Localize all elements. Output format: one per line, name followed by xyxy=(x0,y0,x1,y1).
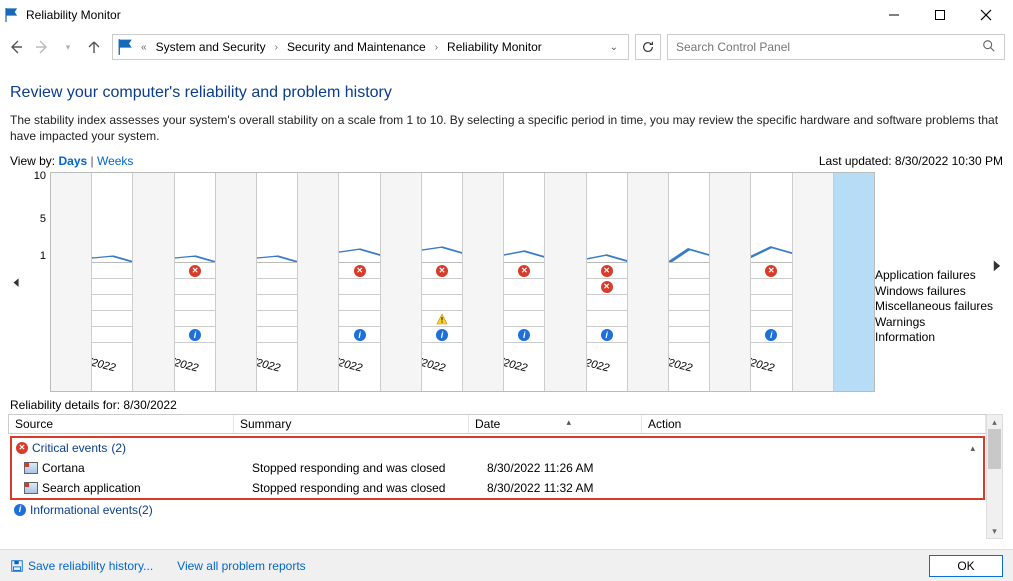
last-updated: Last updated: 8/30/2022 10:30 PM xyxy=(819,154,1003,168)
y-axis: 10 5 1 ◀ xyxy=(10,172,50,392)
cell-date: 8/30/2022 11:26 AM xyxy=(487,461,662,475)
chart-column[interactable] xyxy=(793,173,834,391)
maximize-button[interactable] xyxy=(917,0,963,30)
scroll-up-icon[interactable]: ▴ xyxy=(987,415,1002,429)
scroll-thumb[interactable] xyxy=(988,429,1001,469)
chart-column[interactable] xyxy=(545,173,586,391)
app-icon xyxy=(24,462,38,474)
scrollbar[interactable]: ▴ ▾ xyxy=(986,414,1003,539)
breadcrumb-item[interactable]: System and Security xyxy=(153,40,269,54)
flag-icon xyxy=(4,7,20,23)
legend-item: Warnings xyxy=(875,315,1003,331)
chart-column[interactable] xyxy=(257,173,298,391)
back-button[interactable] xyxy=(8,39,24,55)
refresh-button[interactable] xyxy=(635,34,661,60)
view-by: View by: Days | Weeks xyxy=(10,154,133,168)
titlebar: Reliability Monitor xyxy=(0,0,1013,30)
info-icon xyxy=(14,504,26,516)
nav-row: ▾ « System and Security › Security and M… xyxy=(0,30,1013,64)
details-header: Source Summary Date Action xyxy=(8,414,987,434)
cell-summary: Stopped responding and was closed xyxy=(252,461,487,475)
chart-legend: ▶ Application failuresWindows failuresMi… xyxy=(875,172,1003,392)
legend-item: Miscellaneous failures xyxy=(875,299,1003,315)
chart-column[interactable] xyxy=(339,173,380,391)
chevron-right-icon: › xyxy=(433,42,440,53)
table-row[interactable]: CortanaStopped responding and was closed… xyxy=(12,458,983,478)
collapse-icon[interactable]: ▴ xyxy=(970,443,975,454)
cell-date: 8/30/2022 11:32 AM xyxy=(487,481,662,495)
up-button[interactable] xyxy=(86,39,102,55)
ok-button[interactable]: OK xyxy=(929,555,1003,577)
chart-column[interactable] xyxy=(298,173,339,391)
scroll-right-button[interactable]: ▶ xyxy=(993,257,1000,273)
chart-column[interactable] xyxy=(834,173,874,391)
chart-column[interactable] xyxy=(504,173,545,391)
chart-column[interactable] xyxy=(133,173,174,391)
critical-events-group[interactable]: Critical events (2) ▴ xyxy=(12,438,983,458)
chart-column[interactable] xyxy=(669,173,710,391)
close-button[interactable] xyxy=(963,0,1009,30)
legend-item: Application failures xyxy=(875,268,1003,284)
chart-column[interactable] xyxy=(216,173,257,391)
chart-column[interactable] xyxy=(422,173,463,391)
save-icon xyxy=(10,559,24,573)
chart-grid[interactable]: 8/11/20228/13/20228/15/20228/17/20228/19… xyxy=(50,172,875,392)
table-row[interactable]: Search applicationStopped responding and… xyxy=(12,478,983,498)
recent-dropdown[interactable]: ▾ xyxy=(60,39,76,55)
col-date[interactable]: Date xyxy=(469,415,642,433)
col-action[interactable]: Action xyxy=(642,415,986,433)
cell-summary: Stopped responding and was closed xyxy=(252,481,487,495)
scroll-left-button[interactable]: ◀ xyxy=(12,276,19,289)
breadcrumb-item[interactable]: Reliability Monitor xyxy=(444,40,545,54)
col-summary[interactable]: Summary xyxy=(234,415,469,433)
breadcrumb-dropdown[interactable]: ⌄ xyxy=(604,42,624,53)
search-box[interactable] xyxy=(667,34,1005,60)
breadcrumb-item[interactable]: Security and Maintenance xyxy=(284,40,429,54)
col-source[interactable]: Source xyxy=(9,415,234,433)
flag-icon xyxy=(117,38,135,56)
legend-item: Information xyxy=(875,330,1003,346)
app-icon xyxy=(24,482,38,494)
chart-column[interactable] xyxy=(51,173,92,391)
cell-source: Cortana xyxy=(42,461,252,475)
chevron-right-icon: « xyxy=(139,42,149,53)
reliability-chart: 10 5 1 ◀ 8/11/20228/13/20228/15/20228/17… xyxy=(10,172,1003,392)
window-title: Reliability Monitor xyxy=(26,8,871,22)
chart-column[interactable] xyxy=(92,173,133,391)
save-history-link[interactable]: Save reliability history... xyxy=(10,559,153,573)
chart-column[interactable] xyxy=(751,173,792,391)
details-table: Critical events (2) ▴ CortanaStopped res… xyxy=(10,436,985,500)
chart-column[interactable] xyxy=(587,173,628,391)
chart-column[interactable] xyxy=(463,173,504,391)
chart-column[interactable] xyxy=(175,173,216,391)
search-input[interactable] xyxy=(676,40,982,54)
chart-column[interactable] xyxy=(710,173,751,391)
chevron-right-icon: › xyxy=(273,42,280,53)
search-icon[interactable] xyxy=(982,39,996,56)
details-label: Reliability details for: 8/30/2022 xyxy=(10,398,1003,412)
page-description: The stability index assesses your system… xyxy=(10,112,1003,144)
chart-column[interactable] xyxy=(381,173,422,391)
bottom-bar: Save reliability history... View all pro… xyxy=(0,549,1013,581)
chart-column[interactable] xyxy=(628,173,669,391)
view-all-reports-link[interactable]: View all problem reports xyxy=(177,559,306,573)
breadcrumb[interactable]: « System and Security › Security and Mai… xyxy=(112,34,629,60)
forward-button[interactable] xyxy=(34,39,50,55)
minimize-button[interactable] xyxy=(871,0,917,30)
page-title: Review your computer's reliability and p… xyxy=(10,84,1003,102)
legend-item: Windows failures xyxy=(875,284,1003,300)
error-icon xyxy=(16,442,28,454)
view-days-link[interactable]: Days xyxy=(58,154,87,168)
view-weeks-link[interactable]: Weeks xyxy=(97,154,133,168)
informational-events-group[interactable]: Informational events (2) xyxy=(10,499,985,519)
cell-source: Search application xyxy=(42,481,252,495)
scroll-down-icon[interactable]: ▾ xyxy=(987,524,1002,538)
